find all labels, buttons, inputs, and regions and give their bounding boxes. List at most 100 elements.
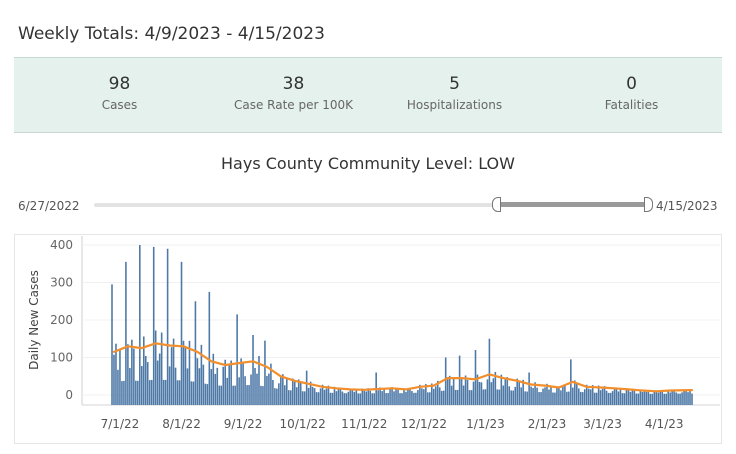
daily-cases-bar (502, 385, 505, 405)
daily-cases-bar (266, 375, 268, 405)
daily-cases-bar (210, 369, 213, 405)
daily-cases-bar (427, 392, 429, 405)
daily-cases-bar (607, 392, 610, 405)
daily-cases-bar (222, 366, 225, 405)
daily-cases-bar (446, 378, 449, 405)
daily-cases-bar (276, 388, 278, 405)
daily-cases-bar (647, 391, 650, 405)
daily-cases-bar (274, 388, 276, 405)
daily-cases-bar (409, 388, 411, 405)
daily-cases-bar (564, 384, 566, 405)
daily-cases-bar (353, 391, 356, 405)
daily-cases-chart: 0 100 200 300 400 Daily New Cases 7/1/22 8/1/22… (27, 236, 720, 431)
x-tick-label: 7/1/22 (101, 417, 140, 431)
daily-cases-bar (289, 390, 292, 405)
daily-cases-bar (649, 393, 652, 405)
daily-cases-bar (196, 358, 199, 405)
daily-cases-bar (470, 390, 473, 405)
daily-cases-bar (659, 391, 662, 405)
daily-cases-bar (176, 380, 179, 405)
daily-cases-bar (621, 393, 624, 405)
daily-cases-bar (401, 393, 403, 405)
daily-cases-bar (574, 380, 576, 405)
daily-cases-bar (156, 360, 159, 405)
daily-cases-bar (560, 390, 562, 405)
daily-cases-bar (411, 391, 413, 405)
daily-cases-bar (202, 364, 205, 405)
daily-cases-bar (216, 367, 219, 405)
daily-cases-bar (486, 379, 489, 405)
daily-cases-bar (172, 338, 175, 405)
daily-cases-bar (611, 391, 614, 405)
daily-cases-bar (379, 387, 381, 405)
daily-cases-bar (629, 391, 632, 405)
daily-cases-bar (325, 388, 328, 405)
daily-cases-bar (192, 381, 195, 405)
y-tick-label: 0 (65, 388, 73, 402)
daily-cases-bar (301, 391, 304, 405)
daily-cases-bar (361, 388, 364, 405)
daily-cases-bar (540, 392, 542, 405)
daily-cases-bar (687, 392, 689, 405)
daily-cases-bar (442, 390, 445, 405)
daily-cases-bar (556, 387, 558, 405)
x-tick-label: 2/1/23 (528, 417, 567, 431)
daily-cases-bar (224, 359, 227, 405)
daily-cases-bar (226, 377, 228, 405)
daily-cases-bar (381, 391, 383, 405)
daily-cases-bar (337, 388, 340, 405)
daily-cases-bar (305, 370, 308, 405)
daily-cases-bar (238, 377, 240, 405)
daily-cases-bar (444, 357, 447, 405)
daily-cases-bar (403, 389, 405, 405)
daily-cases-bar (272, 379, 274, 405)
daily-cases-bar (468, 390, 471, 405)
daily-cases-bar (282, 374, 284, 405)
daily-cases-bar (415, 392, 417, 405)
daily-cases-bar (152, 246, 155, 405)
daily-cases-bar (496, 389, 499, 405)
daily-cases-bar (194, 301, 197, 405)
daily-cases-bar (581, 392, 584, 405)
daily-cases-bar (313, 388, 316, 405)
daily-cases-bar (552, 392, 554, 405)
daily-cases-bar (562, 385, 564, 405)
daily-cases-bar (141, 366, 143, 405)
x-tick-label: 8/1/22 (162, 417, 201, 431)
daily-cases-bar (139, 245, 141, 405)
daily-cases-bar (619, 388, 622, 405)
daily-cases-bar (673, 390, 675, 405)
daily-cases-bar (595, 392, 598, 405)
daily-cases-bar (599, 390, 602, 405)
daily-cases-bar (593, 392, 596, 405)
daily-cases-bar (343, 393, 346, 405)
daily-cases-bar (464, 375, 467, 405)
daily-cases-bar (679, 393, 681, 405)
daily-cases-bar (661, 390, 663, 405)
daily-cases-bar (617, 391, 620, 405)
daily-cases-bar (307, 387, 310, 405)
daily-cases-bar (548, 389, 550, 405)
daily-cases-bar (319, 388, 322, 405)
daily-cases-bar (691, 393, 693, 405)
daily-cases-bar (671, 390, 673, 405)
daily-cases-bar (121, 381, 123, 405)
daily-cases-bar (583, 389, 586, 405)
daily-cases-bar (188, 340, 191, 405)
daily-cases-bar (119, 348, 121, 405)
daily-cases-bar (460, 378, 463, 405)
daily-cases-bar (278, 383, 280, 405)
daily-cases-bar (506, 377, 509, 405)
daily-cases-bar (438, 387, 441, 405)
daily-cases-bar (248, 385, 250, 405)
daily-cases-bar (633, 390, 636, 405)
daily-cases-bar (284, 385, 286, 405)
daily-cases-bar (178, 380, 181, 405)
daily-cases-bar (492, 378, 495, 405)
daily-cases-bar (148, 380, 151, 405)
daily-cases-bar (297, 379, 300, 405)
daily-cases-bar (589, 389, 592, 405)
daily-cases-bar (653, 391, 656, 405)
daily-cases-bar (488, 338, 491, 405)
daily-cases-bar (613, 388, 616, 405)
